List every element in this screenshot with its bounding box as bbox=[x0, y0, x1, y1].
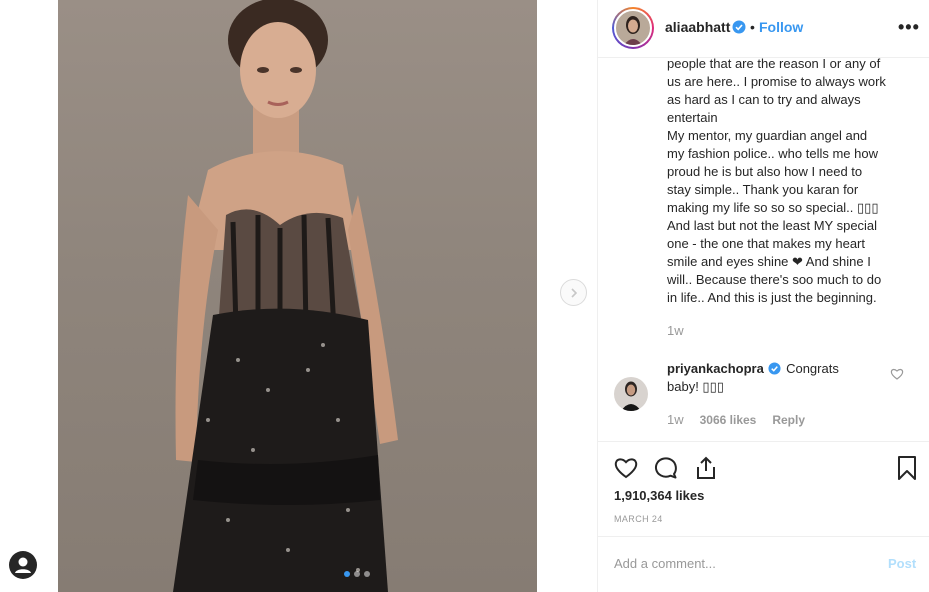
caption-line: as hard as I can to try and always bbox=[667, 92, 861, 107]
comment-input[interactable]: Add a comment... bbox=[614, 556, 716, 571]
caption-line: us are here.. I promise to always work bbox=[667, 74, 886, 89]
carousel-dot-active bbox=[344, 571, 350, 577]
caption-timestamp[interactable]: 1w bbox=[667, 323, 684, 338]
comment-bubble-icon[interactable] bbox=[653, 455, 679, 481]
follow-button[interactable]: Follow bbox=[759, 19, 803, 35]
caption-line: And last but not the least MY special bbox=[667, 218, 878, 233]
post-comment-button[interactable]: Post bbox=[888, 556, 916, 571]
divider bbox=[598, 536, 929, 537]
post-caption: people that are the reason I or any of u… bbox=[667, 55, 912, 307]
next-slide-button[interactable] bbox=[560, 279, 587, 306]
caption-line: smile and eyes shine ❤ And shine I bbox=[667, 254, 871, 269]
post-header: aliaabhatt • Follow ••• bbox=[598, 0, 929, 58]
caption-line: in life.. And this is just the beginning… bbox=[667, 290, 877, 305]
caption-line: people that are the reason I or any of bbox=[667, 56, 881, 71]
carousel-dot bbox=[354, 571, 360, 577]
post-sidebar: aliaabhatt • Follow ••• people that are … bbox=[597, 0, 929, 592]
profile-avatar-icon[interactable] bbox=[9, 551, 37, 579]
comment-timestamp[interactable]: 1w bbox=[667, 412, 684, 427]
comment-meta: 1w 3066 likes Reply bbox=[667, 412, 805, 427]
caption-line: one - the one that makes my heart bbox=[667, 236, 865, 251]
author-avatar[interactable] bbox=[612, 7, 654, 49]
verified-badge-icon bbox=[732, 20, 746, 34]
post-date[interactable]: MARCH 24 bbox=[614, 514, 663, 524]
save-bookmark-icon[interactable] bbox=[894, 455, 920, 481]
caption-line: my fashion police.. who tells me how bbox=[667, 146, 878, 161]
comment-body: priyankachopra Congrats baby! ▯▯▯ bbox=[667, 360, 882, 396]
verified-badge-icon bbox=[768, 362, 781, 375]
like-heart-icon[interactable] bbox=[613, 455, 639, 481]
post-photo[interactable] bbox=[58, 0, 537, 592]
reply-button[interactable]: Reply bbox=[772, 413, 805, 427]
commenter-avatar[interactable] bbox=[614, 377, 648, 411]
share-icon[interactable] bbox=[693, 455, 719, 481]
caption-line: will.. Because there's soo much to do bbox=[667, 272, 882, 287]
author-username[interactable]: aliaabhatt bbox=[665, 19, 730, 35]
caption-line: entertain bbox=[667, 110, 718, 125]
more-options-icon[interactable]: ••• bbox=[898, 18, 920, 36]
caption-line: stay simple.. Thank you karan for bbox=[667, 182, 859, 197]
comment-text-continued: baby! ▯▯▯ bbox=[667, 379, 724, 394]
header-separator: • bbox=[750, 19, 755, 35]
like-comment-heart-icon[interactable] bbox=[890, 367, 904, 381]
caption-line: proud he is but also how I need to bbox=[667, 164, 863, 179]
caption-line: My mentor, my guardian angel and bbox=[667, 128, 868, 143]
like-count[interactable]: 1,910,364 likes bbox=[614, 488, 704, 503]
carousel-dot bbox=[364, 571, 370, 577]
commenter-username[interactable]: priyankachopra bbox=[667, 361, 764, 376]
caption-line: making my life so so so special.. ▯▯▯ bbox=[667, 200, 879, 215]
carousel-indicator bbox=[344, 571, 370, 577]
chevron-right-icon bbox=[570, 287, 577, 298]
comment-likes[interactable]: 3066 likes bbox=[700, 413, 757, 427]
divider bbox=[598, 441, 929, 442]
left-margin bbox=[0, 0, 58, 592]
comment-text: Congrats bbox=[786, 361, 839, 376]
